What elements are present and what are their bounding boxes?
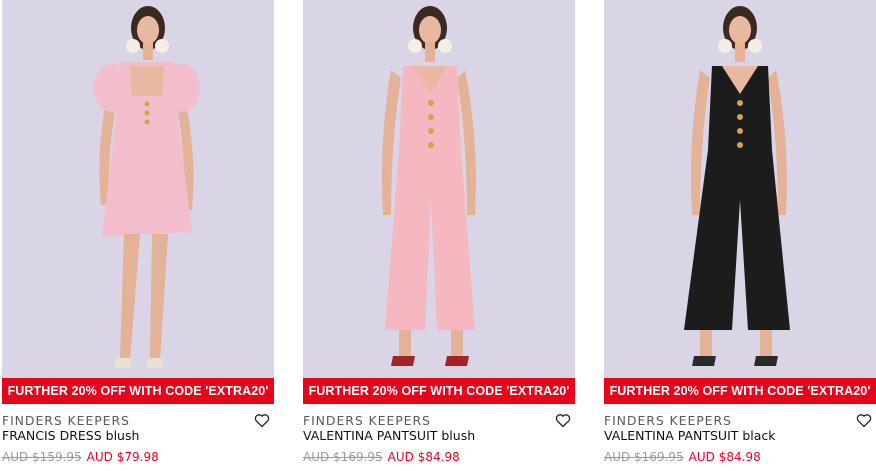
promo-banner: FURTHER 20% OFF WITH CODE 'EXTRA20' <box>604 378 876 404</box>
promo-banner: FURTHER 20% OFF WITH CODE 'EXTRA20' <box>2 378 274 404</box>
original-price: AUD $169.95 <box>303 450 383 464</box>
heart-outline-icon[interactable] <box>555 413 571 428</box>
heart-outline-icon[interactable] <box>856 413 872 428</box>
model-photo-pantsuit <box>604 0 876 378</box>
product-price: AUD $169.95 AUD $84.98 <box>303 450 460 464</box>
product-card[interactable]: FURTHER 20% OFF WITH CODE 'EXTRA20' FIND… <box>604 0 876 471</box>
product-grid: FURTHER 20% OFF WITH CODE 'EXTRA20' FIND… <box>0 0 876 471</box>
product-brand: FINDERS KEEPERS <box>604 413 732 428</box>
sale-price: AUD $84.98 <box>688 450 761 464</box>
heart-outline-icon[interactable] <box>254 413 270 428</box>
model-photo-dress <box>2 0 274 378</box>
original-price: AUD $159.95 <box>2 450 82 464</box>
product-name[interactable]: FRANCIS DRESS blush <box>2 428 139 443</box>
promo-banner: FURTHER 20% OFF WITH CODE 'EXTRA20' <box>303 378 575 404</box>
product-name[interactable]: VALENTINA PANTSUIT blush <box>303 428 475 443</box>
product-price: AUD $159.95 AUD $79.98 <box>2 450 159 464</box>
product-card[interactable]: FURTHER 20% OFF WITH CODE 'EXTRA20' FIND… <box>303 0 575 471</box>
product-card[interactable]: FURTHER 20% OFF WITH CODE 'EXTRA20' FIND… <box>2 0 274 471</box>
original-price: AUD $169.95 <box>604 450 684 464</box>
model-photo-pantsuit <box>303 0 575 378</box>
product-image[interactable] <box>604 0 876 378</box>
product-brand: FINDERS KEEPERS <box>303 413 431 428</box>
product-price: AUD $169.95 AUD $84.98 <box>604 450 761 464</box>
product-image[interactable] <box>303 0 575 378</box>
product-name[interactable]: VALENTINA PANTSUIT black <box>604 428 776 443</box>
sale-price: AUD $84.98 <box>387 450 460 464</box>
product-brand: FINDERS KEEPERS <box>2 413 130 428</box>
product-image[interactable] <box>2 0 274 378</box>
sale-price: AUD $79.98 <box>86 450 159 464</box>
